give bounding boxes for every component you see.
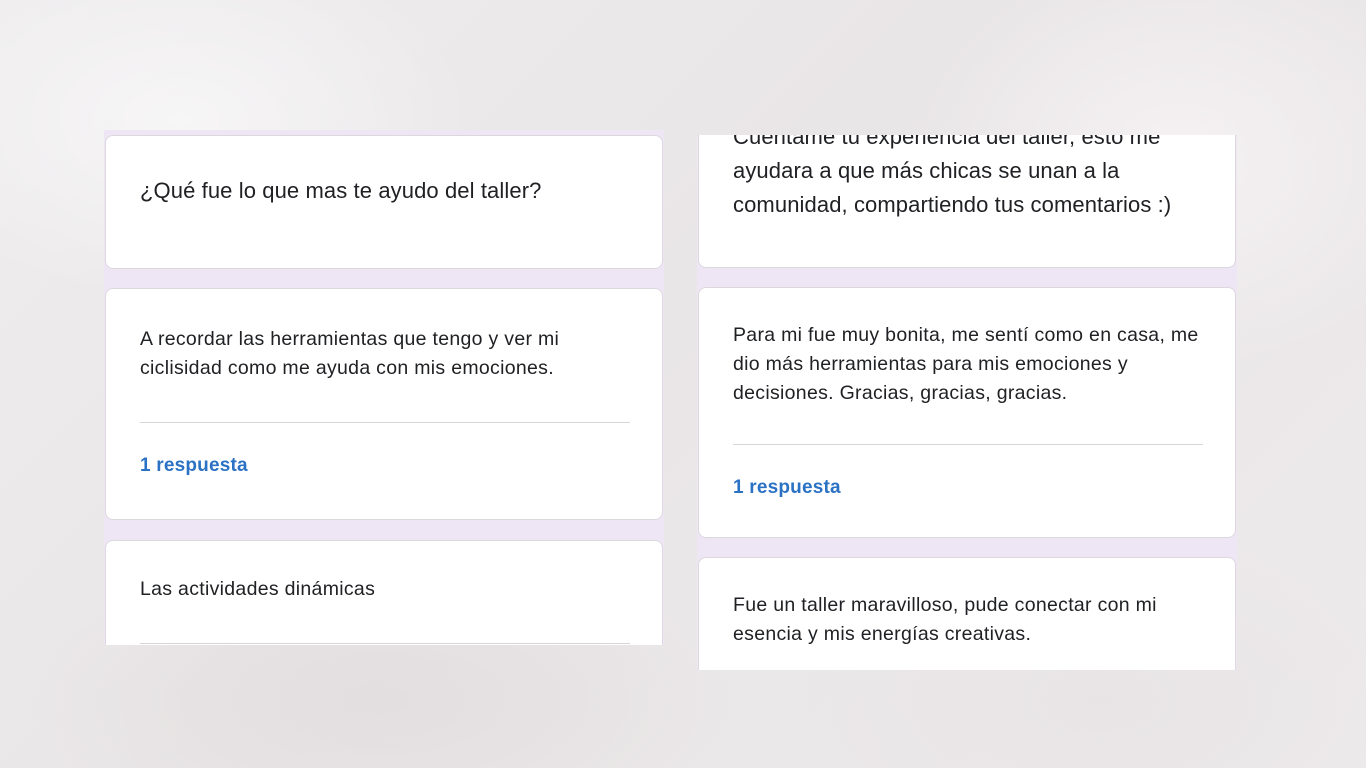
response-text-right-2: Fue un taller maravilloso, pude conectar… xyxy=(733,594,1157,645)
right-form-column: Cuéntame tu experiencia del taller, esto… xyxy=(697,135,1237,670)
divider xyxy=(140,422,630,423)
response-text-left-2: Las actividades dinámicas xyxy=(140,578,376,600)
response-count-link-left[interactable]: 1 respuesta xyxy=(140,455,248,477)
response-card-left-2: Las actividades dinámicas xyxy=(105,540,663,645)
response-card-right-1: Para mi fue muy bonita, me sentí como en… xyxy=(698,287,1236,538)
response-card-right-2: Fue un taller maravilloso, pude conectar… xyxy=(698,557,1236,670)
response-text-left-1: A recordar las herramientas que tengo y … xyxy=(140,328,560,379)
response-count-link-right[interactable]: 1 respuesta xyxy=(733,477,841,499)
question-title-left: ¿Qué fue lo que mas te ayudo del taller? xyxy=(140,178,542,203)
question-title-right: Cuéntame tu experiencia del taller, esto… xyxy=(733,135,1172,217)
response-card-left-1: A recordar las herramientas que tengo y … xyxy=(105,288,663,520)
question-card-left: ¿Qué fue lo que mas te ayudo del taller? xyxy=(105,135,663,269)
question-card-right: Cuéntame tu experiencia del taller, esto… xyxy=(698,135,1236,268)
left-form-column: ¿Qué fue lo que mas te ayudo del taller?… xyxy=(104,130,664,645)
response-text-right-1: Para mi fue muy bonita, me sentí como en… xyxy=(733,324,1199,404)
divider xyxy=(140,643,630,644)
divider xyxy=(733,444,1203,445)
